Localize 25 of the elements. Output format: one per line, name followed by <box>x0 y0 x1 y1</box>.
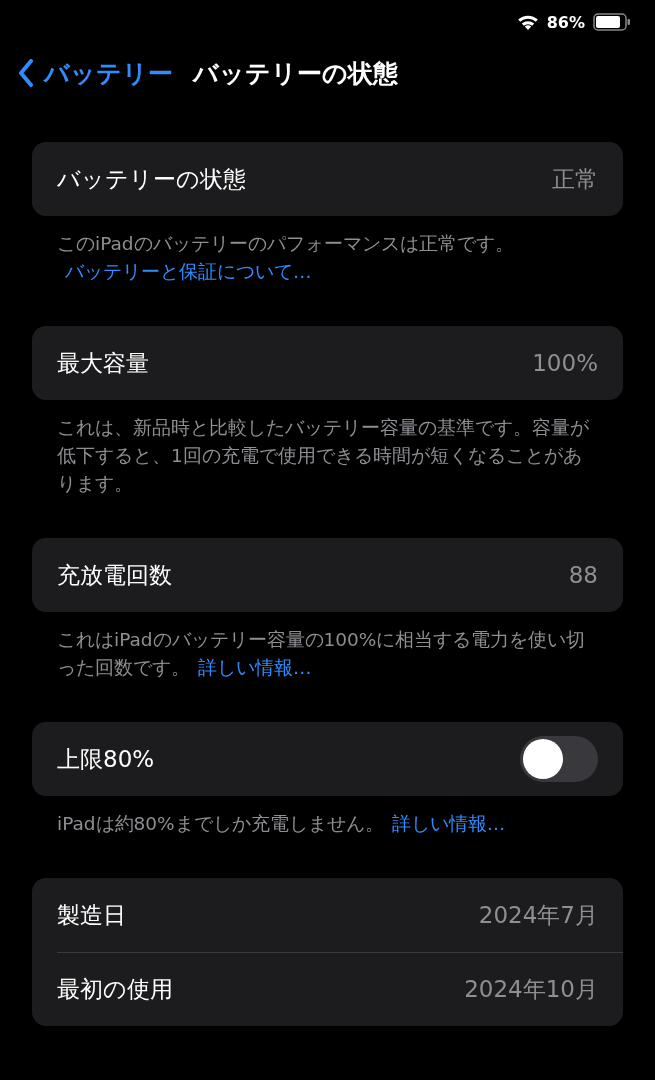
info-link[interactable]: 詳しい情報… <box>391 813 506 834</box>
row-label: 最大容量 <box>57 348 149 378</box>
footer-note: このiPadのバッテリーのパフォーマンスは正常です。 バッテリーと保証について… <box>56 232 515 284</box>
chevron-left-icon <box>18 59 34 87</box>
row-label: 製造日 <box>57 900 126 930</box>
row-value: 100% <box>532 350 598 376</box>
row-label: 充放電回数 <box>57 560 172 590</box>
wifi-icon <box>516 14 539 30</box>
row-value: 88 <box>568 562 598 588</box>
row-label: バッテリーの状態 <box>57 164 246 194</box>
row-label: 最初の使用 <box>57 975 173 1004</box>
row-value: 正常 <box>552 164 598 194</box>
footer-note: これは、新品時と比較したバッテリー容量の基準です。容量が低下すると、1回の充電で使用できる時間が短くなることがあります。 <box>56 416 590 496</box>
footer-note: これはiPadのバッテリー容量の100%に相当する電力を使い切った回数です。 詳しい情報… <box>56 628 587 680</box>
battery-icon <box>593 13 631 31</box>
row-label: 上限80% <box>57 744 155 774</box>
back-button[interactable]: バッテリー <box>18 56 173 90</box>
info-link[interactable]: バッテリーと保証について… <box>65 261 312 282</box>
toggle-switch[interactable] <box>520 736 598 782</box>
info-link[interactable]: 詳しい情報… <box>198 657 312 678</box>
row-value: 2024年10月 <box>464 975 598 1004</box>
footer-note: iPadは約80%までしか充電しません。 詳しい情報… <box>56 812 507 836</box>
battery-percentage: 86% <box>546 12 585 32</box>
page-title: バッテリーの状態 <box>193 57 398 90</box>
row-value: 2024年7月 <box>478 900 598 930</box>
